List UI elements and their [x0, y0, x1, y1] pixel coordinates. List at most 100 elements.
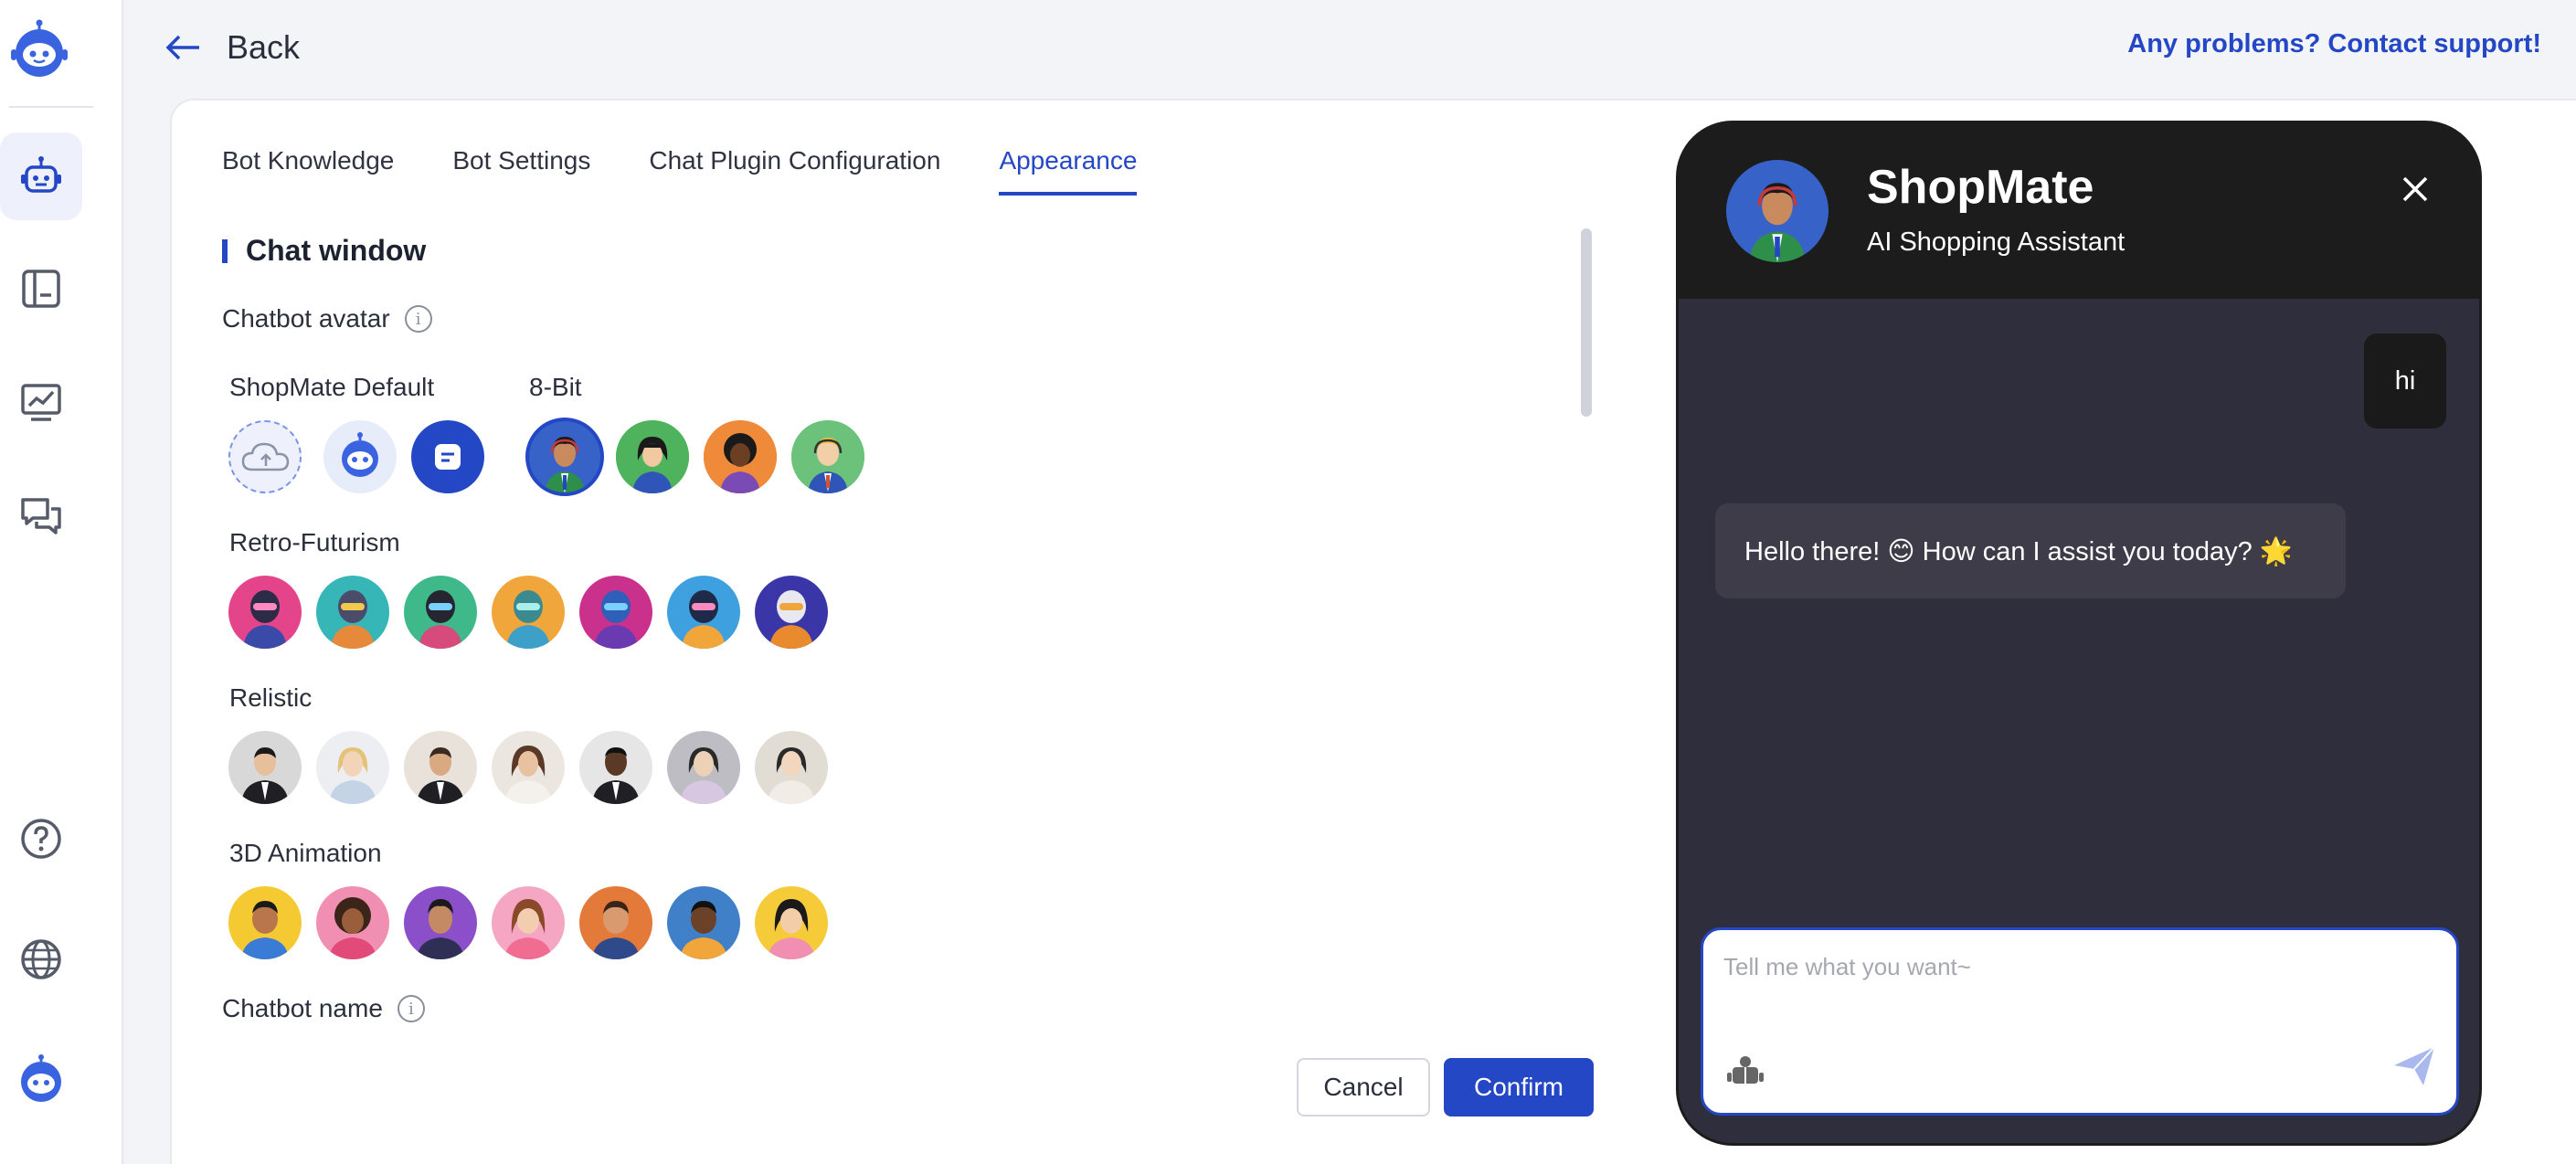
- avatar-realistic-1[interactable]: [228, 731, 302, 804]
- sidebar-item-bots[interactable]: [0, 132, 82, 220]
- chatbot-name-label-text: Chatbot name: [222, 994, 383, 1022]
- tab-bot-settings[interactable]: Bot Settings: [452, 146, 590, 196]
- avatar-retro-4[interactable]: [492, 576, 565, 649]
- chat-message-input[interactable]: [1723, 947, 2418, 987]
- person-avatar-icon: [616, 420, 689, 493]
- chat-input-box[interactable]: [1701, 927, 2459, 1116]
- avatar-3d-1[interactable]: [228, 886, 302, 959]
- chat-bot-subtitle: AI Shopping Assistant: [1867, 228, 2125, 257]
- chat-bot-avatar: [1726, 160, 1829, 262]
- chatbot-avatar-label-text: Chatbot avatar: [222, 304, 390, 333]
- avatar-realistic-3[interactable]: [404, 731, 477, 804]
- person-avatar-icon: [492, 731, 565, 804]
- person-avatar-icon: [704, 420, 777, 493]
- avatar-default-chat[interactable]: [411, 420, 484, 493]
- back-label: Back: [227, 28, 301, 66]
- avatar-8bit-2[interactable]: [616, 420, 689, 493]
- left-rail: [0, 0, 123, 1164]
- avatar-realistic-2[interactable]: [316, 731, 389, 804]
- close-icon[interactable]: [2397, 171, 2433, 207]
- avatar-retro-6[interactable]: [667, 576, 740, 649]
- settings-tabs: Bot Knowledge Bot Settings Chat Plugin C…: [222, 146, 1138, 196]
- group-label-retro-futurism: Retro-Futurism: [229, 528, 400, 556]
- sidebar-item-analytics[interactable]: [0, 358, 82, 446]
- bot-icon: [21, 156, 61, 193]
- tab-appearance[interactable]: Appearance: [999, 146, 1138, 196]
- avatar-3d-4[interactable]: [492, 886, 565, 959]
- bot-message: Hello there! 😊 How can I assist you toda…: [1715, 503, 2346, 598]
- tab-chat-plugin-configuration[interactable]: Chat Plugin Configuration: [649, 146, 940, 196]
- person-avatar-icon: [755, 731, 828, 804]
- avatar-3d-2[interactable]: [316, 886, 389, 959]
- group-label-3d-animation: 3D Animation: [229, 839, 382, 867]
- back-button[interactable]: Back: [164, 22, 300, 73]
- chat-header: ShopMate AI Shopping Assistant: [1679, 123, 2479, 299]
- sidebar-item-language[interactable]: [0, 915, 82, 1003]
- avatar-retro-7[interactable]: [755, 576, 828, 649]
- globe-icon: [21, 939, 61, 979]
- send-icon[interactable]: [2389, 1040, 2440, 1091]
- avatar-realistic-6[interactable]: [667, 731, 740, 804]
- person-avatar-icon: [1726, 160, 1829, 262]
- person-avatar-icon: [316, 886, 389, 959]
- avatar-realistic-4[interactable]: [492, 731, 565, 804]
- avatar-8bit-1[interactable]: [525, 418, 604, 496]
- group-label-realistic: Relistic: [229, 683, 313, 712]
- robot-avatar-icon: [667, 576, 740, 649]
- scrollbar[interactable]: [1581, 228, 1592, 417]
- avatar-3d-3[interactable]: [404, 886, 477, 959]
- person-avatar-icon: [228, 886, 302, 959]
- avatar-retro-2[interactable]: [316, 576, 389, 649]
- robot-avatar-icon: [404, 576, 477, 649]
- avatar-retro-1[interactable]: [228, 576, 302, 649]
- chat-bot-name: ShopMate: [1867, 161, 2094, 214]
- section-title: Chat window: [222, 234, 426, 268]
- upload-avatar-button[interactable]: [228, 420, 302, 493]
- sidebar-item-knowledge[interactable]: [0, 245, 82, 333]
- contact-support-link[interactable]: Any problems? Contact support!: [2127, 29, 2541, 59]
- avatar-retro-3[interactable]: [404, 576, 477, 649]
- bot-profile-icon: [21, 1054, 61, 1102]
- avatar-default-bot[interactable]: [323, 420, 397, 493]
- avatar-realistic-7[interactable]: [755, 731, 828, 804]
- sidebar-item-profile[interactable]: [0, 1036, 82, 1124]
- robot-avatar-icon: [316, 576, 389, 649]
- avatar-8bit-4[interactable]: [791, 420, 864, 493]
- avatar-realistic-5[interactable]: [579, 731, 652, 804]
- avatar-8bit-3[interactable]: [704, 420, 777, 493]
- sidebar-item-help[interactable]: [0, 795, 82, 883]
- sidebar-item-conversations[interactable]: [0, 471, 82, 559]
- person-avatar-icon: [316, 731, 389, 804]
- person-avatar-icon: [404, 886, 477, 959]
- bot-avatar-icon: [342, 432, 378, 477]
- app-logo-icon[interactable]: [7, 18, 71, 82]
- avatar-3d-7[interactable]: [755, 886, 828, 959]
- help-icon: [21, 819, 61, 859]
- confirm-button[interactable]: Confirm: [1444, 1058, 1594, 1116]
- robot-icon[interactable]: [1725, 1049, 1765, 1089]
- robot-avatar-icon: [492, 576, 565, 649]
- info-icon[interactable]: i: [397, 995, 425, 1022]
- chatbot-avatar-label: Chatbot avatar i: [222, 304, 432, 333]
- user-message: hi: [2364, 333, 2446, 429]
- person-avatar-icon: [579, 731, 652, 804]
- avatar-3d-6[interactable]: [667, 886, 740, 959]
- robot-avatar-icon: [579, 576, 652, 649]
- cancel-button[interactable]: Cancel: [1297, 1058, 1430, 1116]
- section-title-text: Chat window: [246, 234, 427, 267]
- chatbot-name-label: Chatbot name i: [222, 994, 425, 1023]
- info-icon[interactable]: i: [404, 305, 432, 333]
- person-avatar-icon: [755, 886, 828, 959]
- person-avatar-icon: [492, 886, 565, 959]
- avatar-retro-5[interactable]: [579, 576, 652, 649]
- arrow-left-icon: [165, 35, 199, 60]
- person-avatar-icon: [791, 420, 864, 493]
- robot-avatar-icon: [228, 576, 302, 649]
- tab-bot-knowledge[interactable]: Bot Knowledge: [222, 146, 394, 196]
- avatar-3d-5[interactable]: [579, 886, 652, 959]
- person-avatar-icon: [667, 731, 740, 804]
- analytics-icon: [21, 384, 61, 421]
- chat-preview-window: ShopMate AI Shopping Assistant hi Hello …: [1676, 121, 2482, 1146]
- person-avatar-icon: [404, 731, 477, 804]
- person-avatar-icon: [579, 886, 652, 959]
